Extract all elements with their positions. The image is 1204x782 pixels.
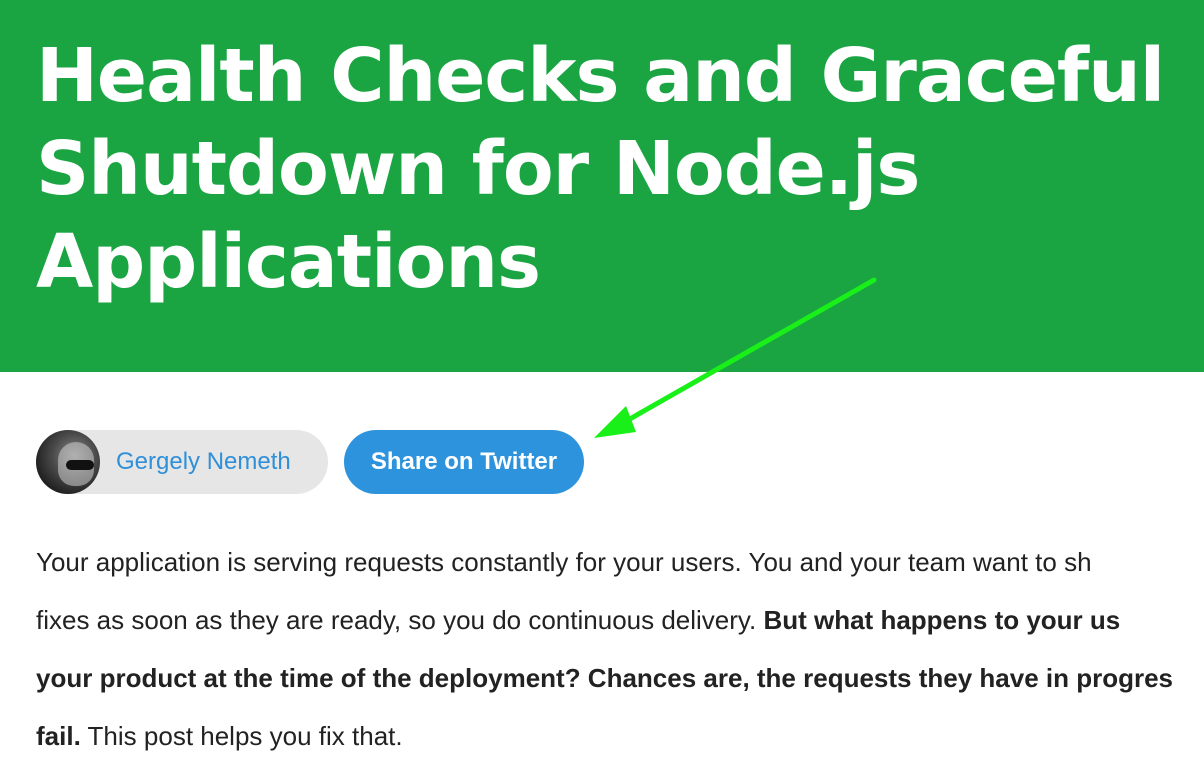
- annotation-arrow-icon: [594, 277, 877, 438]
- article-intro: Your application is serving requests con…: [36, 533, 1204, 765]
- author-avatar: [36, 430, 100, 494]
- author-name[interactable]: Gergely Nemeth: [116, 430, 291, 494]
- intro-text: fixes as soon as they are ready, so you …: [36, 605, 764, 635]
- intro-bold-text: But what happens to your us: [763, 605, 1121, 635]
- arrow-head: [594, 406, 636, 438]
- intro-text: Your application is serving requests con…: [36, 547, 1092, 577]
- arrow-shaft: [611, 277, 877, 431]
- intro-line: Your application is serving requests con…: [36, 533, 1204, 591]
- intro-bold-text: your product at the time of the deployme…: [36, 663, 1174, 693]
- intro-bold-text: fail.: [36, 721, 81, 751]
- intro-line: fixes as soon as they are ready, so you …: [36, 591, 1204, 649]
- intro-text: This post helps you fix that.: [80, 721, 403, 751]
- author-chip[interactable]: Gergely Nemeth: [36, 430, 328, 494]
- share-on-twitter-button[interactable]: Share on Twitter: [344, 430, 584, 494]
- article-title-line: Shutdown for Node.js: [36, 126, 920, 212]
- intro-line: fail. This post helps you fix that.: [36, 707, 1204, 765]
- intro-line: your product at the time of the deployme…: [36, 649, 1204, 707]
- article-title-line: Health Checks and Graceful: [36, 33, 1165, 119]
- avatar-sunglasses: [66, 460, 94, 470]
